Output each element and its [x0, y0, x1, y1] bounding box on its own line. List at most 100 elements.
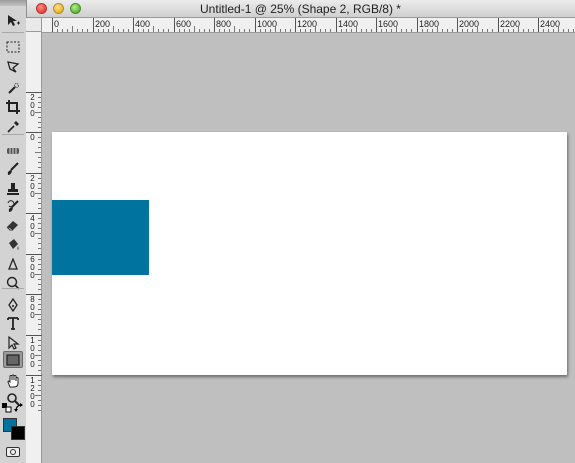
ruler-label: 600: [176, 19, 192, 29]
ruler-minor-tick: [38, 178, 41, 179]
blur-tool-icon[interactable]: [3, 256, 23, 273]
default-colors-icon[interactable]: [1, 402, 13, 414]
ruler-minor-tick: [148, 29, 149, 32]
move-tool-icon[interactable]: [3, 12, 23, 29]
ruler-minor-tick: [391, 29, 392, 32]
clone-stamp-tool-icon[interactable]: [3, 180, 23, 197]
ruler-minor-tick: [82, 29, 83, 32]
ruler-minor-tick: [381, 29, 382, 32]
ruler-minor-tick: [452, 29, 453, 32]
swap-colors-icon[interactable]: [13, 402, 25, 414]
ruler-minor-tick: [38, 208, 41, 209]
ruler-minor-tick: [62, 29, 63, 32]
ruler-label: 0: [30, 133, 35, 142]
history-brush-tool-icon[interactable]: [3, 198, 23, 215]
ruler-minor-tick: [396, 26, 397, 32]
ruler-minor-tick: [38, 228, 41, 229]
shape-2-rectangle[interactable]: [52, 200, 149, 275]
ruler-minor-tick: [568, 29, 569, 32]
ruler-minor-tick: [38, 122, 41, 123]
document-canvas[interactable]: [52, 132, 567, 375]
spot-healing-tool-icon[interactable]: [3, 142, 23, 159]
quick-mask-button[interactable]: [6, 447, 20, 457]
lasso-tool-icon[interactable]: [3, 58, 23, 75]
paint-bucket-tool-icon[interactable]: [3, 236, 23, 253]
ruler-minor-tick: [219, 29, 220, 32]
ruler-minor-tick: [35, 112, 41, 113]
ruler-minor-tick: [38, 188, 41, 189]
ruler-minor-tick: [38, 309, 41, 310]
ruler-minor-tick: [67, 29, 68, 32]
ruler-minor-tick: [38, 264, 41, 265]
ruler-minor-tick: [432, 29, 433, 32]
ruler-origin[interactable]: [26, 18, 42, 32]
ruler-minor-tick: [38, 370, 41, 371]
ruler-label: 200: [95, 19, 111, 29]
ruler-minor-tick: [437, 26, 438, 32]
ruler-minor-tick: [87, 29, 88, 32]
ruler-minor-tick: [224, 29, 225, 32]
ruler-minor-tick: [35, 233, 41, 234]
ruler-minor-tick: [108, 29, 109, 32]
ruler-minor-tick: [422, 29, 423, 32]
ruler-minor-tick: [38, 410, 41, 411]
ruler-label: 800: [30, 295, 35, 320]
ruler-minor-tick: [38, 319, 41, 320]
ruler-minor-tick: [38, 198, 41, 199]
quick-selection-tool-icon[interactable]: [3, 80, 23, 97]
pen-tool-icon[interactable]: [3, 296, 23, 313]
ruler-minor-tick: [98, 29, 99, 32]
vertical-ruler[interactable]: 200 0 200 400 600 800 1000 1200: [26, 32, 42, 463]
ruler-minor-tick: [38, 223, 41, 224]
ruler-label: 200: [30, 93, 35, 118]
horizontal-ruler[interactable]: 0 200 400 600 800 1000 1200 1400 1600 1800 2000 220…: [42, 18, 575, 33]
ruler-minor-tick: [310, 29, 311, 32]
ruler-minor-tick: [406, 29, 407, 32]
ruler-minor-tick: [103, 29, 104, 32]
brush-tool-icon[interactable]: [3, 160, 23, 177]
rectangle-tool-icon[interactable]: [3, 351, 23, 368]
ruler-minor-tick: [72, 26, 73, 32]
ruler-minor-tick: [38, 259, 41, 260]
eraser-tool-icon[interactable]: [3, 216, 23, 233]
ruler-minor-tick: [35, 152, 41, 153]
marquee-tool-icon[interactable]: [3, 38, 23, 55]
ruler-minor-tick: [38, 157, 41, 158]
ruler-tick: [538, 18, 539, 32]
ruler-minor-tick: [77, 29, 78, 32]
ruler-minor-tick: [38, 405, 41, 406]
ruler-minor-tick: [38, 203, 41, 204]
background-color-swatch[interactable]: [11, 426, 25, 440]
ruler-minor-tick: [300, 29, 301, 32]
ruler-minor-tick: [401, 29, 402, 32]
type-tool-icon[interactable]: [3, 314, 23, 331]
ruler-minor-tick: [411, 29, 412, 32]
ruler-minor-tick: [361, 29, 362, 32]
crop-tool-icon[interactable]: [3, 98, 23, 115]
ruler-minor-tick: [523, 29, 524, 32]
ruler-minor-tick: [38, 365, 41, 366]
tools-panel-grip[interactable]: [0, 0, 26, 6]
ruler-tick: [214, 18, 215, 32]
ruler-minor-tick: [249, 29, 250, 32]
ruler-minor-tick: [57, 29, 58, 32]
path-selection-tool-icon[interactable]: [3, 334, 23, 351]
ruler-minor-tick: [38, 345, 41, 346]
ruler-minor-tick: [38, 117, 41, 118]
hand-tool-icon[interactable]: [3, 372, 23, 389]
ruler-tick: [52, 18, 53, 32]
ruler-minor-tick: [244, 29, 245, 32]
ruler-minor-tick: [38, 162, 41, 163]
ruler-minor-tick: [163, 29, 164, 32]
ruler-minor-tick: [234, 26, 235, 32]
ruler-minor-tick: [38, 107, 41, 108]
ruler-minor-tick: [199, 29, 200, 32]
ruler-minor-tick: [38, 324, 41, 325]
ruler-minor-tick: [528, 29, 529, 32]
eyedropper-tool-icon[interactable]: [3, 118, 23, 135]
ruler-label: 1000: [30, 336, 35, 369]
ruler-minor-tick: [447, 29, 448, 32]
ruler-minor-tick: [128, 29, 129, 32]
ruler-tick: [498, 18, 499, 32]
ruler-minor-tick: [38, 385, 41, 386]
